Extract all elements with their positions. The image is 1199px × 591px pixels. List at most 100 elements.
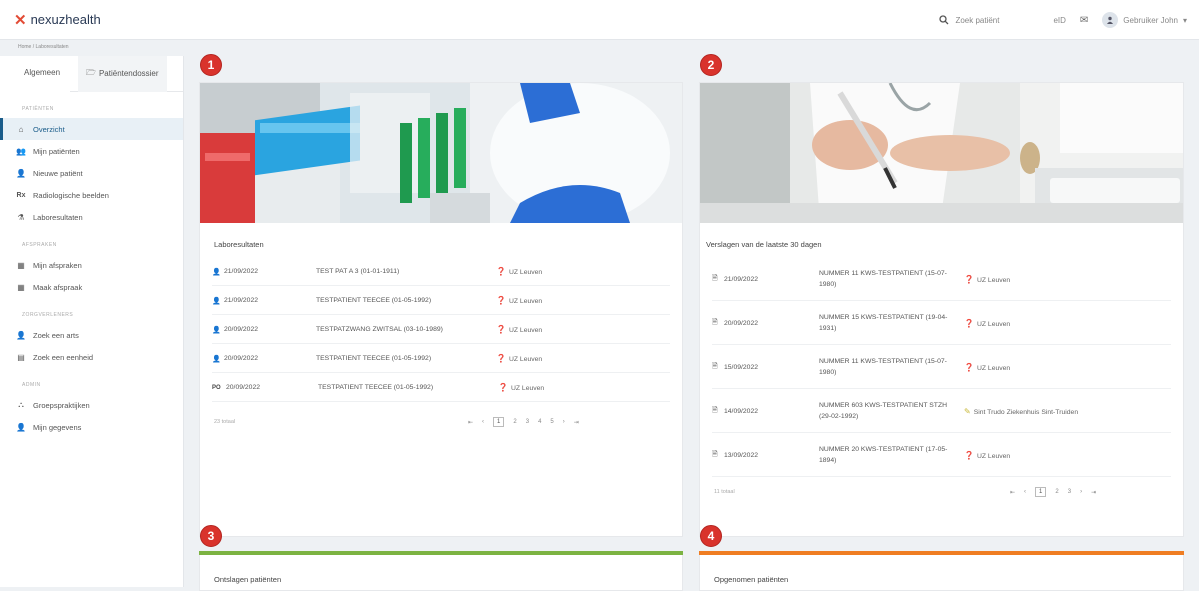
app-logo[interactable]: ✕ nexuzhealth: [14, 11, 101, 29]
flask-icon: ⚗: [17, 212, 25, 222]
row-date: 20/09/2022: [724, 319, 759, 327]
document-icon: 🗎: [712, 318, 718, 326]
section-header: PATIËNTEN: [22, 106, 54, 112]
sidebar-item[interactable]: Rx Radiologische beelden: [0, 184, 183, 206]
next-page-icon[interactable]: ›: [563, 419, 565, 425]
location-text: UZ Leuven: [508, 298, 543, 305]
sidebar-item[interactable]: 👤 Zoek een arts: [0, 324, 183, 346]
location-text: UZ Leuven: [976, 364, 1011, 372]
calendar-icon: ▦: [17, 260, 25, 270]
building-icon: ▤: [17, 352, 25, 362]
last-page-icon[interactable]: ⇥: [574, 419, 579, 426]
page-4[interactable]: 4: [538, 419, 541, 425]
page-2[interactable]: 2: [513, 419, 516, 425]
page-1[interactable]: 1: [493, 417, 505, 427]
row-date: 13/09/2022: [724, 451, 759, 459]
page-3[interactable]: 3: [1068, 489, 1071, 495]
sidebar-item[interactable]: 👤 Nieuwe patiënt: [0, 162, 183, 184]
sidebar-item-label: Mijn gegevens: [33, 422, 82, 432]
row-date: 20/09/2022: [226, 384, 261, 391]
table-row[interactable]: 👤 20/09/2022 TESTPATIENT TEECEE (01-05-199…: [212, 345, 670, 373]
page-2[interactable]: 2: [1055, 489, 1058, 495]
hospital-icon: ❓: [964, 318, 974, 328]
number-badge: 3: [200, 525, 222, 547]
next-page-icon[interactable]: ›: [1080, 489, 1082, 495]
tab-patientendossier[interactable]: 🗁 Patiëntendossier: [78, 55, 167, 92]
prev-page-icon[interactable]: ‹: [482, 419, 484, 425]
sidebar-item[interactable]: 👤 Mijn gegevens: [0, 416, 183, 438]
search-input[interactable]: Zoek patiënt: [955, 16, 999, 25]
row-patient: NUMMER 20 KWS-TESTPATIENT (17-05- 1894): [819, 444, 964, 466]
sidebar-item[interactable]: ⛬ Groepspraktijken: [0, 394, 183, 416]
page-3[interactable]: 3: [526, 419, 529, 425]
table-row[interactable]: 🗎 20/09/2022 NUMMER 15 KWS-TESTPATIENT (19…: [712, 302, 1171, 345]
calendar-add-icon: ▦: [17, 282, 25, 292]
section-header: AFSPRAKEN: [22, 242, 57, 248]
row-patient: TESTPATIENT TEECEE (01-05-1992): [318, 384, 434, 391]
patient-line-2: 1980): [819, 369, 837, 376]
eid-button[interactable]: eID: [1053, 16, 1065, 25]
row-patient: NUMMER 11 KWS-TESTPATIENT (15-07- 1980): [819, 268, 964, 290]
mail-icon[interactable]: ✉: [1080, 15, 1088, 26]
row-date: 20/09/2022: [224, 326, 259, 333]
patient-line-2: 1980): [819, 281, 837, 288]
table-row[interactable]: 🗎 15/09/2022 NUMMER 11 KWS-TESTPATIENT (15…: [712, 346, 1171, 389]
table-row[interactable]: 🗎 13/09/2022 NUMMER 20 KWS-TESTPATIENT (17…: [712, 434, 1171, 477]
table-row[interactable]: 👤 21/09/2022 TESTPATIENT TEECEE (01-05-199…: [212, 287, 670, 315]
number-badge: 2: [700, 54, 722, 76]
section-header: ZORGVERLENERS: [22, 312, 74, 318]
sidebar: Algemeen 🗁 Patiëntendossier PATIËNTEN ⌂ Ove…: [0, 55, 184, 587]
patient-line-1: NUMMER 11 KWS-TESTPATIENT (15-07-: [819, 270, 947, 277]
folder-icon: 🗁: [86, 67, 96, 77]
sidebar-item[interactable]: ▦ Mijn afspraken: [0, 254, 183, 276]
section-header: ADMIN: [22, 382, 41, 388]
table-row[interactable]: 👤 21/09/2022 TEST PAT A 3 (01-01-1911) ❓ UZ …: [212, 258, 670, 286]
user-menu[interactable]: Gebruiker John ▾: [1102, 12, 1187, 28]
users-icon: 👥: [16, 146, 26, 156]
patient-line-1: NUMMER 603 KWS-TESTPATIENT STZH: [819, 402, 948, 409]
row-patient: NUMMER 11 KWS-TESTPATIENT (15-07- 1980): [819, 356, 964, 378]
sidebar-item[interactable]: ⚗ Laboresultaten: [0, 206, 183, 228]
hospital-icon: ❓: [498, 383, 508, 392]
sidebar-item-label: Mijn afspraken: [33, 260, 82, 270]
page-5[interactable]: 5: [550, 419, 553, 425]
table-row[interactable]: 🗎 21/09/2022 NUMMER 11 KWS-TESTPATIENT (15…: [712, 258, 1171, 301]
group-icon: ⛬: [18, 400, 24, 409]
sidebar-item-label: Nieuwe patiënt: [33, 168, 83, 178]
document-icon: 🗎: [712, 450, 718, 458]
sidebar-item-label: Laboresultaten: [33, 212, 83, 222]
first-page-icon[interactable]: ⇤: [468, 419, 473, 426]
reports-pagination: ⇤ ‹ 1 2 3 › ⇥: [1010, 487, 1096, 497]
row-date: 14/09/2022: [724, 407, 759, 415]
sidebar-item[interactable]: ▦ Maak afspraak: [0, 276, 183, 298]
avatar: [1102, 12, 1119, 28]
card-title: Verslagen van de laatste 30 dagen: [706, 240, 822, 249]
table-row[interactable]: 🗎 14/09/2022 NUMMER 603 KWS-TESTPATIENT ST…: [712, 390, 1171, 433]
search-patient[interactable]: Zoek patiënt: [939, 15, 1039, 25]
location-text: UZ Leuven: [510, 385, 545, 392]
sidebar-item[interactable]: ▤ Zoek een eenheid: [0, 346, 183, 368]
row-date: 15/09/2022: [724, 363, 759, 371]
first-page-icon[interactable]: ⇤: [1010, 489, 1015, 496]
page-1[interactable]: 1: [1035, 487, 1047, 497]
hospital-icon: ❓: [496, 296, 506, 305]
document-icon: 🗎: [712, 362, 718, 370]
hospital-icon: ❓: [496, 325, 506, 334]
card-title: Laboresultaten: [214, 240, 264, 249]
po-icon: PO: [212, 384, 221, 391]
row-location: ✎ Sint Trudo Ziekenhuis Sint-Truiden: [964, 407, 1078, 416]
lab-hero-image: [200, 83, 682, 223]
table-row[interactable]: 👤 20/09/2022 TESTPATZWANG ZWITSAL (03-10-1…: [212, 316, 670, 344]
tab-algemeen[interactable]: Algemeen: [0, 56, 71, 92]
sidebar-item-label: Maak afspraak: [33, 282, 83, 292]
last-page-icon[interactable]: ⇥: [1091, 489, 1096, 496]
sidebar-item[interactable]: 👥 Mijn patiënten: [0, 140, 183, 162]
table-row[interactable]: PO 20/09/2022 TESTPATIENT TEECEE (01-05-19…: [212, 374, 670, 402]
person-icon: 👤: [212, 355, 221, 363]
breadcrumb[interactable]: Home / Laboresultaten: [18, 44, 69, 50]
admitted-card: Opgenomen patiënten: [699, 551, 1184, 591]
person-icon: 👤: [212, 268, 221, 276]
row-location: ❓ UZ Leuven: [964, 319, 1010, 328]
sidebar-item[interactable]: ⌂ Overzicht: [0, 118, 183, 140]
prev-page-icon[interactable]: ‹: [1024, 489, 1026, 495]
